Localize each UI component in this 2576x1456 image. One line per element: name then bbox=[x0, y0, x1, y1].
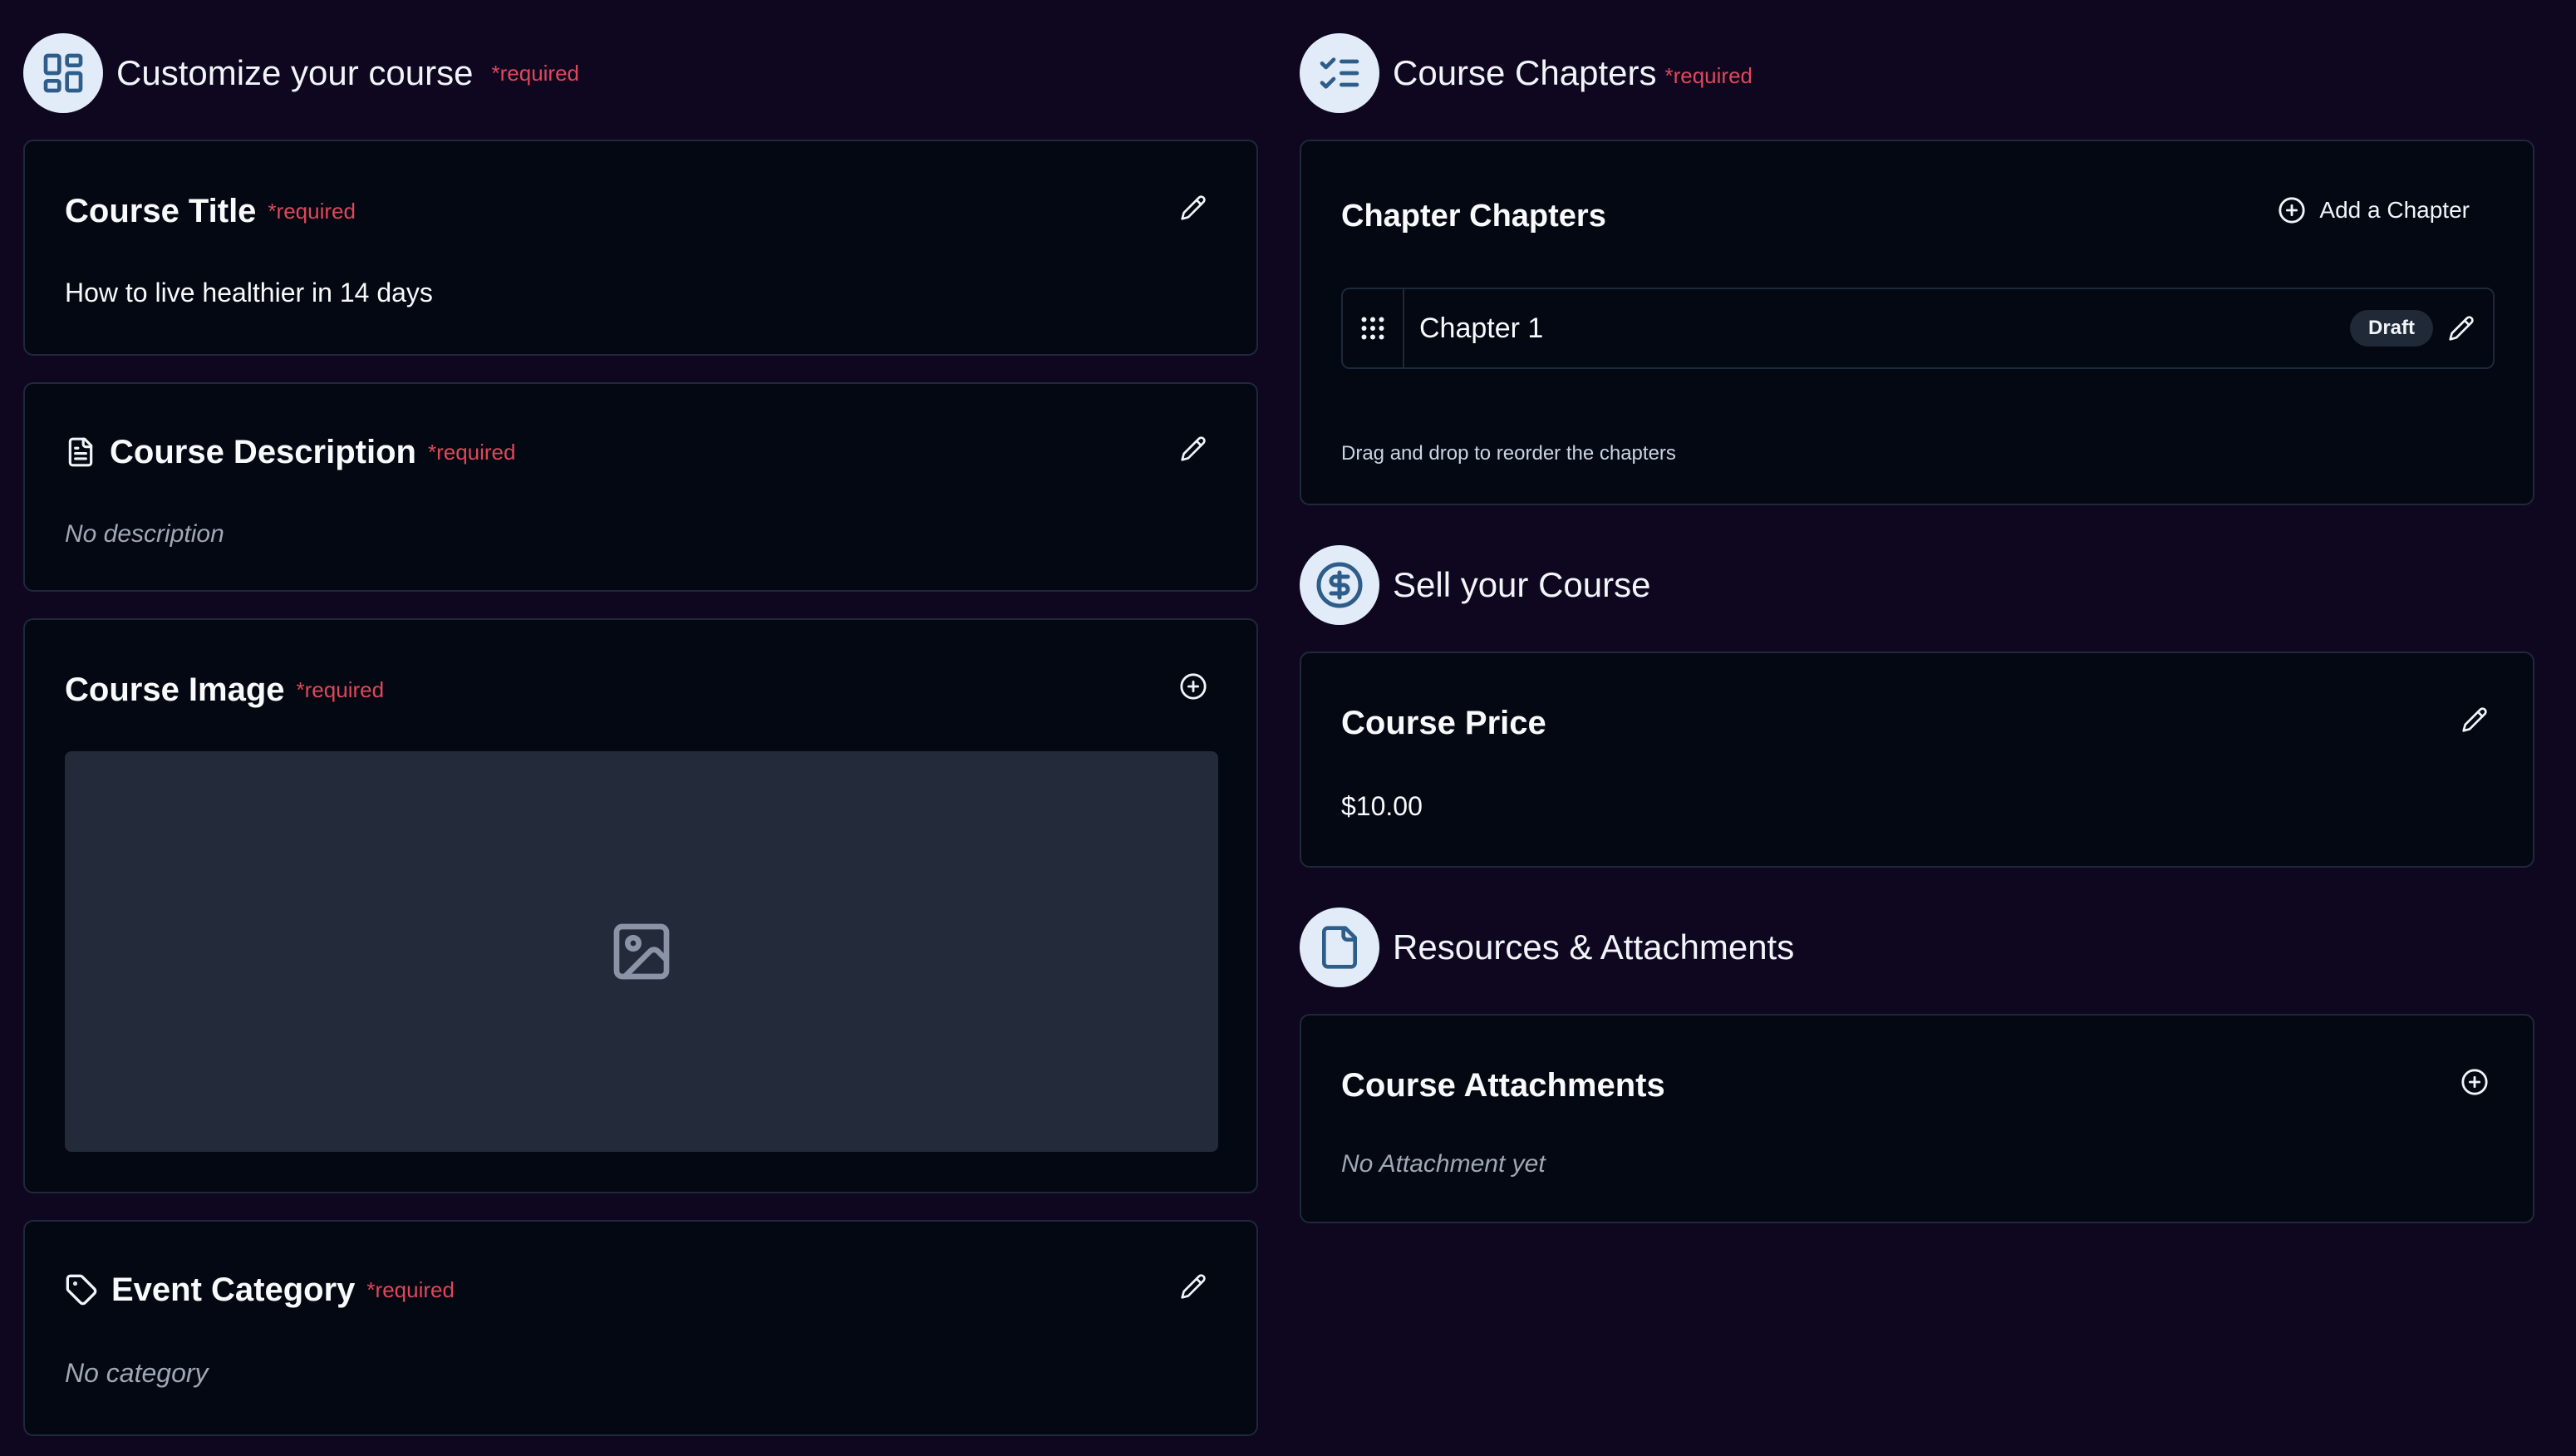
attachments-empty-text: No Attachment yet bbox=[1341, 1150, 1546, 1178]
chapters-card-label: Chapter Chapters bbox=[1341, 198, 1606, 234]
plus-circle-icon bbox=[1180, 673, 1207, 700]
pencil-icon bbox=[1181, 195, 1206, 220]
course-price-header: Course Price bbox=[1341, 700, 1546, 746]
chapter-row[interactable]: Chapter 1 Draft bbox=[1341, 288, 2495, 369]
required-marker: *required bbox=[427, 439, 516, 465]
customize-header: Customize your course *required bbox=[23, 33, 579, 113]
edit-price-button[interactable] bbox=[2458, 703, 2491, 736]
course-description-header: Course Description *required bbox=[65, 429, 515, 475]
resources-section-title: Resources & Attachments bbox=[1393, 927, 1795, 967]
course-image-header: Course Image *required bbox=[65, 667, 384, 713]
list-checks-icon bbox=[1300, 33, 1379, 113]
course-price-card: Course Price $10.00 bbox=[1300, 652, 2534, 868]
layout-dashboard-icon bbox=[23, 33, 103, 113]
sell-section-header: Sell your Course bbox=[1300, 545, 1650, 625]
event-category-card: Event Category *required No category bbox=[23, 1220, 1258, 1436]
required-marker: *required bbox=[296, 676, 385, 702]
edit-description-button[interactable] bbox=[1177, 432, 1210, 465]
course-title-header: Course Title *required bbox=[65, 188, 356, 234]
event-category-label: Event Category bbox=[111, 1271, 356, 1308]
resources-section-header: Resources & Attachments bbox=[1300, 908, 1794, 987]
reorder-hint: Drag and drop to reorder the chapters bbox=[1341, 442, 1676, 465]
edit-category-button[interactable] bbox=[1177, 1270, 1210, 1303]
pencil-icon bbox=[2462, 707, 2487, 732]
image-icon bbox=[613, 923, 670, 980]
attachments-header: Course Attachments bbox=[1341, 1062, 1665, 1109]
add-image-button[interactable] bbox=[1177, 670, 1210, 703]
pencil-icon bbox=[1181, 436, 1206, 461]
required-marker: *required bbox=[366, 1276, 455, 1302]
circle-dollar-icon bbox=[1300, 545, 1379, 625]
category-empty-text: No category bbox=[65, 1358, 209, 1388]
grip-icon[interactable] bbox=[1343, 289, 1404, 367]
attachments-label: Course Attachments bbox=[1341, 1066, 1665, 1104]
pencil-icon bbox=[2449, 316, 2474, 341]
pencil-icon bbox=[1181, 1274, 1206, 1299]
add-attachment-button[interactable] bbox=[2458, 1065, 2491, 1099]
course-description-card: Course Description *required No descript… bbox=[23, 382, 1258, 592]
edit-title-button[interactable] bbox=[1177, 191, 1210, 224]
course-image-label: Course Image bbox=[65, 671, 285, 708]
sell-section-title: Sell your Course bbox=[1393, 565, 1651, 604]
tag-icon bbox=[65, 1273, 98, 1306]
course-price-label: Course Price bbox=[1341, 704, 1546, 741]
description-empty-text: No description bbox=[65, 520, 224, 548]
add-chapter-label: Add a Chapter bbox=[2319, 197, 2470, 223]
chapters-section-header: Course Chapters *required bbox=[1300, 33, 1753, 113]
required-marker: *required bbox=[268, 198, 356, 224]
course-image-card: Course Image *required bbox=[23, 618, 1258, 1193]
course-title-card: Course Title *required How to live healt… bbox=[23, 140, 1258, 356]
course-title-value: How to live healthier in 14 days bbox=[65, 278, 433, 307]
chapters-section-title: Course Chapters bbox=[1393, 53, 1657, 92]
chapter-name: Chapter 1 bbox=[1419, 312, 1544, 344]
required-marker: *required bbox=[491, 60, 580, 86]
plus-circle-icon bbox=[2461, 1069, 2488, 1095]
course-title-label: Course Title bbox=[65, 192, 257, 229]
edit-chapter-button[interactable] bbox=[2445, 312, 2478, 345]
customize-title: Customize your course bbox=[116, 53, 474, 92]
chapters-card: Chapter Chapters Add a Chapter Chapter 1… bbox=[1300, 140, 2534, 505]
course-price-value: $10.00 bbox=[1341, 791, 1423, 821]
file-text-icon bbox=[65, 436, 96, 468]
file-icon bbox=[1300, 908, 1379, 987]
course-description-label: Course Description bbox=[110, 433, 416, 470]
plus-circle-icon bbox=[2279, 197, 2306, 224]
required-marker: *required bbox=[1664, 62, 1753, 88]
status-badge: Draft bbox=[2349, 310, 2433, 347]
event-category-header: Event Category *required bbox=[65, 1267, 455, 1313]
chapters-card-header: Chapter Chapters bbox=[1341, 193, 1606, 239]
course-attachments-card: Course Attachments No Attachment yet bbox=[1300, 1014, 2534, 1223]
add-chapter-button[interactable]: Add a Chapter bbox=[2278, 196, 2470, 224]
image-placeholder bbox=[65, 751, 1218, 1152]
